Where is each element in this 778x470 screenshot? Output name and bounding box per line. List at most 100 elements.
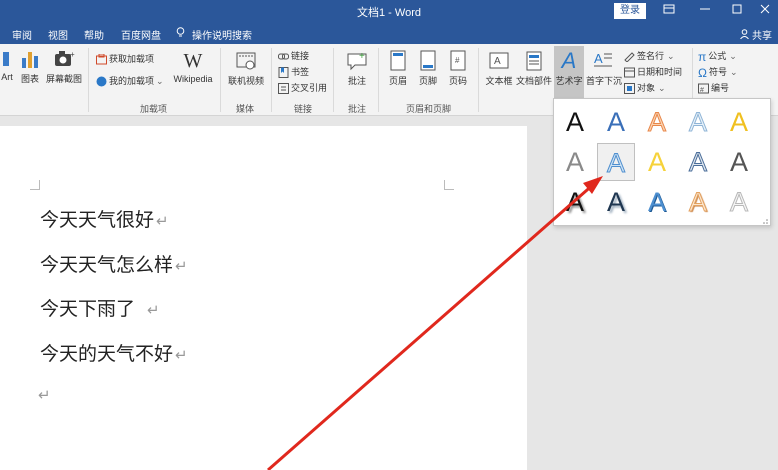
date-time-button[interactable]: 日期和时间 bbox=[624, 65, 682, 79]
svg-text:+: + bbox=[359, 51, 365, 62]
wordart-style-orange-bevel[interactable]: A bbox=[679, 183, 717, 221]
link-button[interactable]: 链接 bbox=[278, 49, 309, 63]
wordart-style-gray-fill[interactable]: A bbox=[556, 143, 594, 181]
number-button[interactable]: # 编号 bbox=[698, 81, 729, 95]
resize-grip-icon[interactable] bbox=[762, 218, 768, 224]
number-label: 编号 bbox=[711, 83, 730, 93]
wordart-style-blue-gradient-outline[interactable]: A bbox=[679, 143, 717, 181]
quick-parts-label: 文档部件 bbox=[516, 76, 553, 86]
equation-button[interactable]: π 公式 ⌄ bbox=[698, 49, 737, 64]
comment-button[interactable]: + 批注 bbox=[340, 50, 374, 87]
group-separator bbox=[88, 48, 89, 112]
wordart-style-blue-fill[interactable]: A bbox=[597, 103, 635, 141]
cross-reference-label: 交叉引用 bbox=[291, 83, 328, 93]
cross-reference-icon bbox=[278, 83, 289, 95]
wordart-style-darkgray-fill[interactable]: A bbox=[720, 143, 758, 181]
puzzle-icon bbox=[96, 76, 107, 87]
header-button[interactable]: 页眉 bbox=[386, 50, 410, 87]
wordart-style-white-gray[interactable]: A bbox=[720, 183, 758, 221]
wordart-style-lightblue-outline[interactable]: A bbox=[679, 103, 717, 141]
symbol-button[interactable]: Ω 符号 ⌄ bbox=[698, 65, 738, 80]
cross-reference-button[interactable]: 交叉引用 bbox=[278, 81, 327, 95]
screenshot-label: 屏幕截图 bbox=[45, 74, 82, 84]
wordart-style-gold-fill[interactable]: A bbox=[720, 103, 758, 141]
group-separator bbox=[220, 48, 221, 112]
quick-parts-button[interactable]: 文档部件 bbox=[516, 50, 552, 87]
group-separator bbox=[478, 48, 479, 112]
equation-label: 公式 bbox=[708, 51, 727, 61]
get-addins-label: 获取加载项 bbox=[109, 54, 155, 64]
tab-help[interactable]: 帮助 bbox=[84, 27, 104, 42]
calendar-icon bbox=[624, 67, 635, 78]
wordart-style-blue-outline-selected[interactable]: A bbox=[597, 143, 635, 181]
wordart-button[interactable]: A 艺术字 bbox=[554, 46, 584, 98]
tab-review[interactable]: 审阅 bbox=[12, 27, 32, 42]
ribbon-display-options-icon[interactable] bbox=[654, 2, 684, 20]
footer-button[interactable]: 页脚 bbox=[416, 50, 440, 87]
link-label: 链接 bbox=[291, 51, 310, 61]
document-line-4[interactable]: 今天的天气不好 ↵ bbox=[40, 339, 188, 366]
svg-text:#: # bbox=[700, 87, 704, 94]
svg-text:#: # bbox=[455, 56, 460, 65]
group-separator bbox=[271, 48, 272, 112]
share-button[interactable]: 共享 bbox=[740, 27, 772, 42]
document-line-2[interactable]: 今天天气怎么样 ↵ bbox=[40, 250, 188, 277]
paragraph-mark: ↵ bbox=[175, 346, 188, 364]
wordart-style-navy-shadow[interactable]: A bbox=[597, 183, 635, 221]
online-video-button[interactable]: 联机视频 bbox=[226, 50, 266, 87]
drop-cap-button[interactable]: A 首字下沉 bbox=[586, 50, 622, 87]
wordart-gallery: A A A A A A A A A A A A A A A bbox=[553, 98, 771, 226]
comment-label: 批注 bbox=[347, 76, 366, 86]
textbox-label: 文本框 bbox=[485, 76, 513, 86]
get-addins-button[interactable]: 获取加载项 bbox=[96, 52, 154, 66]
group-label-header-footer: 页眉和页脚 bbox=[406, 104, 452, 114]
pi-icon: π bbox=[698, 49, 707, 64]
textbox-button[interactable]: A 文本框 bbox=[484, 50, 514, 87]
page-number-button[interactable]: # 页码 bbox=[446, 50, 470, 87]
group-label-addins: 加载项 bbox=[140, 104, 168, 114]
login-button[interactable]: 登录 bbox=[614, 3, 646, 19]
my-addins-button[interactable]: 我的加载项 ⌄ bbox=[96, 74, 164, 88]
bookmark-label: 书签 bbox=[291, 67, 310, 77]
wordart-style-black-shadow[interactable]: A bbox=[556, 183, 594, 221]
chart-button[interactable]: 图表 bbox=[18, 48, 42, 85]
online-video-label: 联机视频 bbox=[227, 76, 264, 86]
person-icon bbox=[740, 29, 750, 40]
object-button[interactable]: 对象 ⌄ bbox=[624, 81, 666, 95]
svg-text:A: A bbox=[594, 51, 603, 66]
minimize-icon[interactable] bbox=[690, 2, 720, 20]
bar-chart-icon bbox=[22, 52, 38, 68]
smartart-button[interactable]: Art bbox=[0, 48, 14, 82]
wordart-style-blue-bevel[interactable]: A bbox=[638, 183, 676, 221]
page-number-label: 页码 bbox=[448, 76, 467, 86]
tab-baidu-netdisk[interactable]: 百度网盘 bbox=[121, 27, 161, 42]
comment-icon: + bbox=[347, 51, 367, 71]
screenshot-button[interactable]: + 屏幕截图 bbox=[44, 48, 84, 85]
title-bar: 文档1 - Word 登录 bbox=[0, 0, 778, 22]
wordart-label: 艺术字 bbox=[555, 76, 583, 86]
close-icon[interactable] bbox=[750, 2, 778, 20]
maximize-icon[interactable] bbox=[722, 2, 752, 20]
footer-label: 页脚 bbox=[418, 76, 437, 86]
wordart-style-orange-outline[interactable]: A bbox=[638, 103, 676, 141]
tab-view[interactable]: 视图 bbox=[48, 27, 68, 42]
store-icon bbox=[96, 54, 107, 65]
number-icon: # bbox=[698, 83, 709, 94]
paragraph-mark: ↵ bbox=[147, 301, 160, 319]
document-line-1[interactable]: 今天天气很好 ↵ bbox=[40, 205, 169, 232]
tell-me-search[interactable]: 操作说明搜索 bbox=[192, 27, 252, 42]
symbol-label: 符号 bbox=[708, 67, 727, 77]
wordart-style-yellow-fill[interactable]: A bbox=[638, 143, 676, 181]
group-label-links: 链接 bbox=[294, 104, 313, 114]
wordart-style-black-fill[interactable]: A bbox=[556, 103, 594, 141]
signature-line-button[interactable]: 签名行 ⌄ bbox=[624, 49, 675, 63]
object-icon bbox=[624, 83, 635, 95]
bookmark-icon bbox=[278, 67, 289, 79]
wikipedia-button[interactable]: W Wikipedia bbox=[170, 50, 216, 84]
page-number-icon: # bbox=[450, 50, 466, 71]
document-line-3[interactable]: 今天下雨了 ↵ bbox=[40, 294, 160, 321]
empty-paragraph-mark[interactable]: ↵ bbox=[38, 386, 51, 404]
bookmark-button[interactable]: 书签 bbox=[278, 65, 309, 79]
wordart-icon: A bbox=[561, 48, 577, 73]
line-text: 今天的天气不好 bbox=[40, 343, 174, 365]
